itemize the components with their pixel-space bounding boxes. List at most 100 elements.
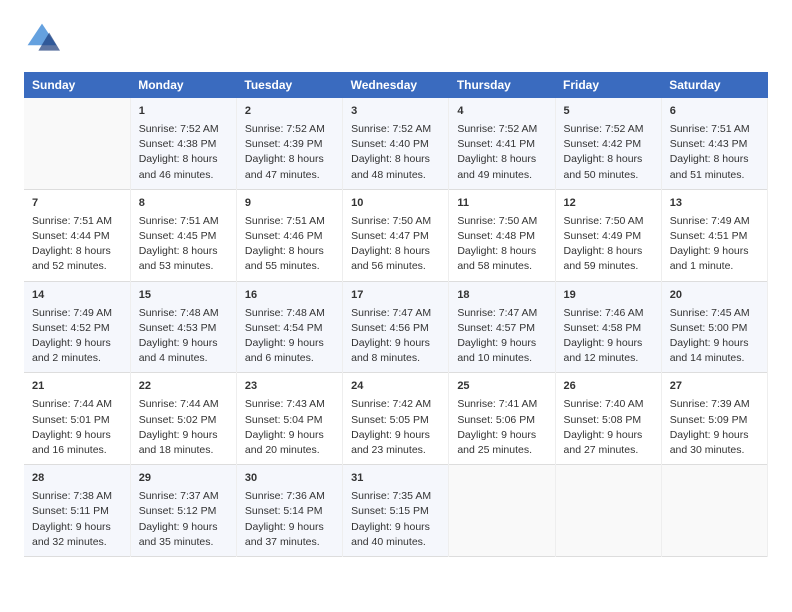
day-info-line: and 56 minutes. <box>351 259 440 274</box>
day-info-line: Sunset: 5:14 PM <box>245 504 334 519</box>
logo <box>24 20 64 56</box>
calendar-cell: 12Sunrise: 7:50 AMSunset: 4:49 PMDayligh… <box>555 189 661 281</box>
day-info-line: Sunset: 5:09 PM <box>670 413 759 428</box>
day-info-line: Daylight: 8 hours <box>32 244 122 259</box>
day-info-line: Sunset: 4:49 PM <box>564 229 653 244</box>
calendar-cell: 7Sunrise: 7:51 AMSunset: 4:44 PMDaylight… <box>24 189 130 281</box>
day-number: 15 <box>139 288 228 304</box>
day-info-line: Sunrise: 7:48 AM <box>139 306 228 321</box>
day-info-line: Daylight: 9 hours <box>245 520 334 535</box>
day-info-line: and 50 minutes. <box>564 168 653 183</box>
day-info-line: Daylight: 9 hours <box>245 336 334 351</box>
day-info-line: and 30 minutes. <box>670 443 759 458</box>
day-info-line: Sunrise: 7:50 AM <box>564 214 653 229</box>
day-info-line: Sunset: 5:00 PM <box>670 321 759 336</box>
day-info-line: Daylight: 9 hours <box>245 428 334 443</box>
day-info-line: Sunrise: 7:47 AM <box>457 306 546 321</box>
calendar-cell: 8Sunrise: 7:51 AMSunset: 4:45 PMDaylight… <box>130 189 236 281</box>
day-number: 14 <box>32 288 122 304</box>
calendar-cell: 5Sunrise: 7:52 AMSunset: 4:42 PMDaylight… <box>555 98 661 189</box>
day-number: 1 <box>139 104 228 120</box>
day-info-line: Daylight: 9 hours <box>564 428 653 443</box>
day-info-line: Sunset: 5:05 PM <box>351 413 440 428</box>
day-number: 2 <box>245 104 334 120</box>
day-number: 9 <box>245 196 334 212</box>
day-info-line: Sunrise: 7:45 AM <box>670 306 759 321</box>
day-info-line: Sunset: 4:41 PM <box>457 137 546 152</box>
week-row-4: 21Sunrise: 7:44 AMSunset: 5:01 PMDayligh… <box>24 373 768 465</box>
day-number: 5 <box>564 104 653 120</box>
week-row-2: 7Sunrise: 7:51 AMSunset: 4:44 PMDaylight… <box>24 189 768 281</box>
day-info-line: Daylight: 8 hours <box>245 244 334 259</box>
calendar-cell: 29Sunrise: 7:37 AMSunset: 5:12 PMDayligh… <box>130 465 236 557</box>
calendar-cell: 15Sunrise: 7:48 AMSunset: 4:53 PMDayligh… <box>130 281 236 373</box>
day-number: 24 <box>351 379 440 395</box>
day-info-line: Sunset: 4:43 PM <box>670 137 759 152</box>
day-info-line: Sunset: 4:48 PM <box>457 229 546 244</box>
day-info-line: Sunrise: 7:51 AM <box>139 214 228 229</box>
day-info-line: and 59 minutes. <box>564 259 653 274</box>
day-number: 12 <box>564 196 653 212</box>
day-info-line: Sunrise: 7:51 AM <box>245 214 334 229</box>
day-info-line: Sunset: 4:52 PM <box>32 321 122 336</box>
day-info-line: and 4 minutes. <box>139 351 228 366</box>
day-info-line: Sunrise: 7:42 AM <box>351 397 440 412</box>
day-info-line: Sunset: 4:54 PM <box>245 321 334 336</box>
calendar-cell: 25Sunrise: 7:41 AMSunset: 5:06 PMDayligh… <box>449 373 555 465</box>
day-info-line: Daylight: 9 hours <box>139 428 228 443</box>
weekday-header-tuesday: Tuesday <box>236 72 342 98</box>
day-info-line: Daylight: 8 hours <box>245 152 334 167</box>
day-info-line: Sunrise: 7:49 AM <box>670 214 759 229</box>
calendar-cell: 26Sunrise: 7:40 AMSunset: 5:08 PMDayligh… <box>555 373 661 465</box>
day-info-line: Daylight: 8 hours <box>139 152 228 167</box>
calendar-body: 1Sunrise: 7:52 AMSunset: 4:38 PMDaylight… <box>24 98 768 557</box>
calendar-cell: 28Sunrise: 7:38 AMSunset: 5:11 PMDayligh… <box>24 465 130 557</box>
day-info-line: Sunset: 4:39 PM <box>245 137 334 152</box>
day-info-line: and 18 minutes. <box>139 443 228 458</box>
day-info-line: Sunset: 5:04 PM <box>245 413 334 428</box>
day-info-line: and 1 minute. <box>670 259 759 274</box>
day-info-line: Sunrise: 7:37 AM <box>139 489 228 504</box>
weekday-header-wednesday: Wednesday <box>343 72 449 98</box>
calendar-cell: 17Sunrise: 7:47 AMSunset: 4:56 PMDayligh… <box>343 281 449 373</box>
day-number: 10 <box>351 196 440 212</box>
day-info-line: Daylight: 9 hours <box>670 244 759 259</box>
day-number: 23 <box>245 379 334 395</box>
day-info-line: Sunset: 5:06 PM <box>457 413 546 428</box>
day-number: 8 <box>139 196 228 212</box>
day-number: 3 <box>351 104 440 120</box>
day-info-line: and 10 minutes. <box>457 351 546 366</box>
calendar-cell: 21Sunrise: 7:44 AMSunset: 5:01 PMDayligh… <box>24 373 130 465</box>
day-info-line: Sunset: 4:44 PM <box>32 229 122 244</box>
calendar-cell: 6Sunrise: 7:51 AMSunset: 4:43 PMDaylight… <box>661 98 767 189</box>
calendar-cell: 11Sunrise: 7:50 AMSunset: 4:48 PMDayligh… <box>449 189 555 281</box>
day-info-line: and 14 minutes. <box>670 351 759 366</box>
logo-icon <box>24 20 60 56</box>
day-number: 31 <box>351 471 440 487</box>
day-info-line: Sunrise: 7:47 AM <box>351 306 440 321</box>
calendar-cell <box>24 98 130 189</box>
day-number: 29 <box>139 471 228 487</box>
day-info-line: Sunset: 4:47 PM <box>351 229 440 244</box>
calendar-cell: 22Sunrise: 7:44 AMSunset: 5:02 PMDayligh… <box>130 373 236 465</box>
calendar-cell <box>555 465 661 557</box>
day-info-line: Daylight: 9 hours <box>32 428 122 443</box>
calendar-cell: 4Sunrise: 7:52 AMSunset: 4:41 PMDaylight… <box>449 98 555 189</box>
day-number: 20 <box>670 288 759 304</box>
calendar-cell: 14Sunrise: 7:49 AMSunset: 4:52 PMDayligh… <box>24 281 130 373</box>
day-info-line: Sunrise: 7:44 AM <box>139 397 228 412</box>
day-info-line: Daylight: 9 hours <box>351 520 440 535</box>
calendar-cell: 24Sunrise: 7:42 AMSunset: 5:05 PMDayligh… <box>343 373 449 465</box>
day-info-line: and 47 minutes. <box>245 168 334 183</box>
day-info-line: and 8 minutes. <box>351 351 440 366</box>
day-info-line: and 40 minutes. <box>351 535 440 550</box>
day-number: 26 <box>564 379 653 395</box>
day-info-line: and 20 minutes. <box>245 443 334 458</box>
day-info-line: and 6 minutes. <box>245 351 334 366</box>
day-info-line: Sunrise: 7:36 AM <box>245 489 334 504</box>
day-info-line: Sunset: 5:08 PM <box>564 413 653 428</box>
day-number: 11 <box>457 196 546 212</box>
day-info-line: Sunrise: 7:43 AM <box>245 397 334 412</box>
day-info-line: Daylight: 9 hours <box>139 336 228 351</box>
day-info-line: Daylight: 8 hours <box>457 244 546 259</box>
